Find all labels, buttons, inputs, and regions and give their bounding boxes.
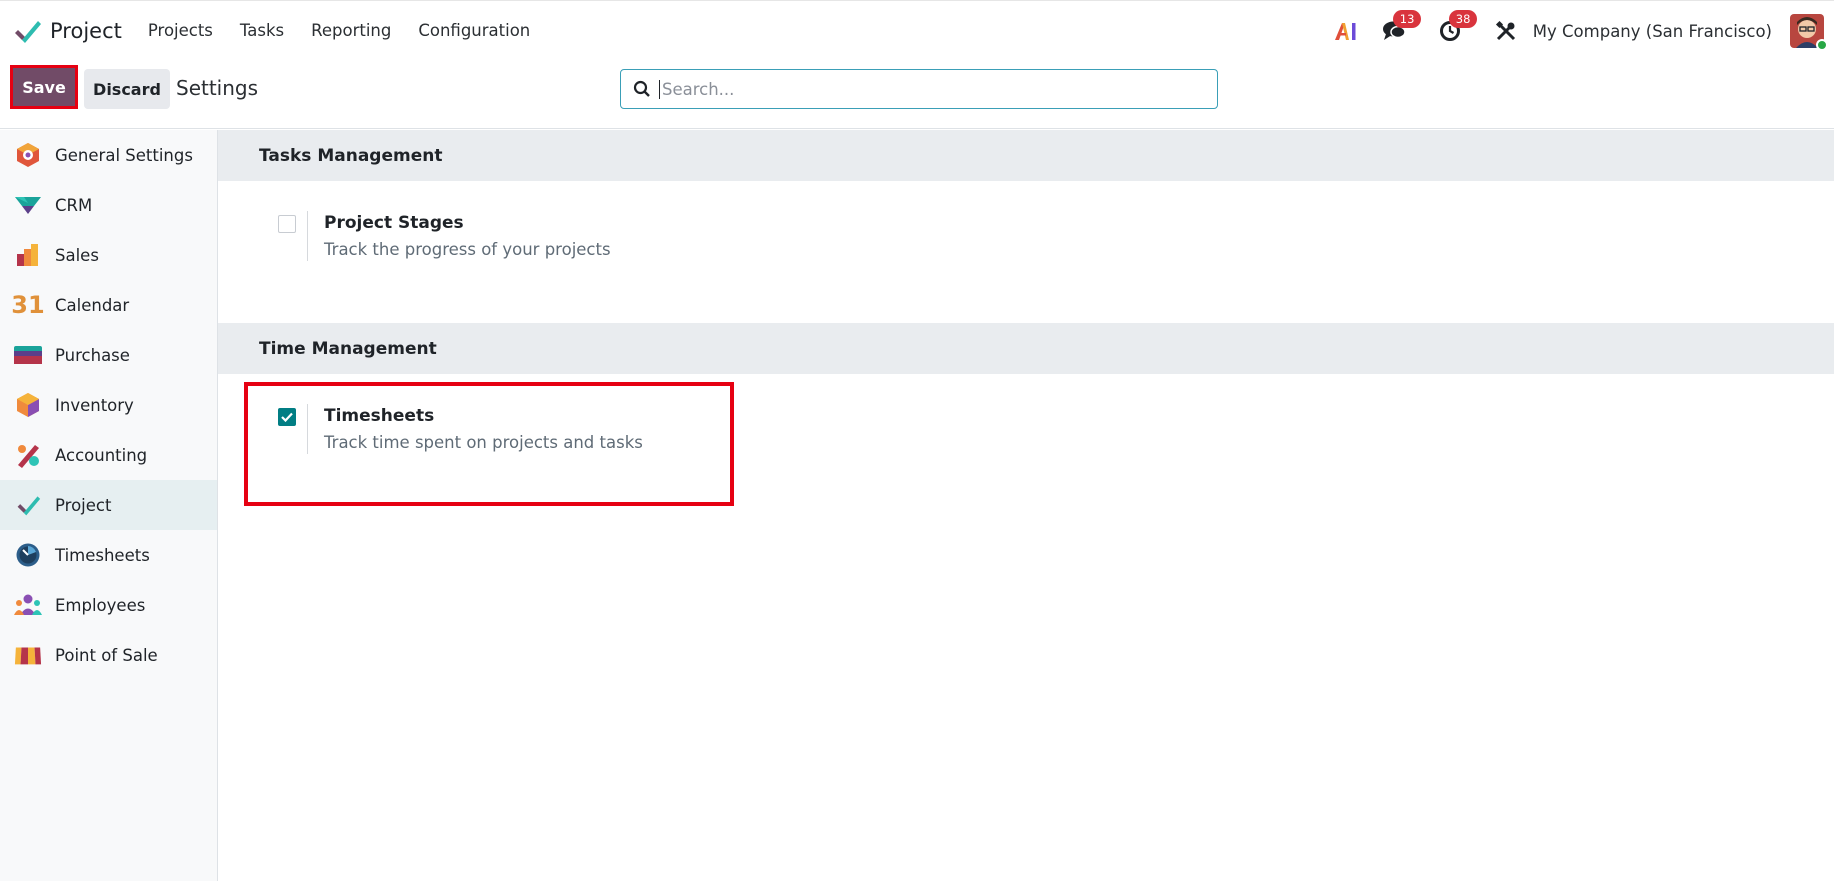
sidebar-item-label: Sales <box>55 245 99 265</box>
main-menu: Projects Tasks Reporting Configuration <box>148 21 557 40</box>
control-panel: Save Discard Settings <box>0 60 1834 129</box>
timesheets-checkbox[interactable] <box>278 408 296 426</box>
employees-icon <box>14 591 42 619</box>
sales-icon <box>14 241 42 269</box>
setting-divider <box>307 404 308 454</box>
sidebar-item-crm[interactable]: CRM <box>0 180 217 230</box>
online-status-dot <box>1816 39 1828 51</box>
sidebar-item-project[interactable]: Project <box>0 480 217 530</box>
setting-title: Timesheets <box>324 406 435 426</box>
sidebar-item-inventory[interactable]: Inventory <box>0 380 217 430</box>
sidebar-item-purchase[interactable]: Purchase <box>0 330 217 380</box>
sidebar-item-calendar[interactable]: 31 Calendar <box>0 280 217 330</box>
sidebar-item-label: CRM <box>55 195 93 215</box>
menu-reporting[interactable]: Reporting <box>311 21 391 40</box>
company-switcher[interactable]: My Company (San Francisco) <box>1533 22 1772 41</box>
sidebar-item-timesheets[interactable]: Timesheets <box>0 530 217 580</box>
general-settings-icon <box>14 141 42 169</box>
project-app-icon <box>15 20 41 43</box>
project-stages-checkbox[interactable] <box>278 215 296 233</box>
project-icon <box>14 491 42 519</box>
section-time-management-header: Time Management <box>218 323 1834 374</box>
search-bar[interactable] <box>620 69 1218 109</box>
setting-description: Track time spent on projects and tasks <box>324 433 643 452</box>
sidebar-item-label: Inventory <box>55 395 134 415</box>
activities-button[interactable]: 38 <box>1435 10 1478 46</box>
calendar-icon: 31 <box>11 291 45 319</box>
top-navbar: Project Projects Tasks Reporting Configu… <box>0 0 1834 60</box>
sidebar-item-label: Project <box>55 495 112 515</box>
calendar-icon-text: 31 <box>11 291 45 319</box>
timesheets-icon <box>14 541 42 569</box>
save-button[interactable]: Save <box>10 65 78 109</box>
section-tasks-management-header: Tasks Management <box>218 130 1834 181</box>
setting-description: Track the progress of your projects <box>324 240 611 259</box>
sidebar-item-point-of-sale[interactable]: Point of Sale <box>0 630 217 680</box>
crm-icon <box>14 191 42 219</box>
ai-icon[interactable] <box>1331 16 1361 46</box>
menu-tasks[interactable]: Tasks <box>240 21 284 40</box>
sidebar-item-label: Accounting <box>55 445 148 465</box>
app-brand[interactable]: Project <box>12 16 122 46</box>
tools-icon <box>1495 20 1515 41</box>
app-name: Project <box>50 18 122 43</box>
sidebar-item-label: Point of Sale <box>55 645 158 665</box>
checkmark-icon <box>281 412 293 422</box>
activities-badge: 38 <box>1448 10 1478 28</box>
settings-sidebar: General Settings CRM Sales 31 Calendar P… <box>0 130 218 881</box>
sidebar-item-label: Timesheets <box>55 545 150 565</box>
sidebar-item-label: Employees <box>55 595 146 615</box>
sidebar-item-employees[interactable]: Employees <box>0 580 217 630</box>
setting-project-stages: Project Stages Track the progress of you… <box>218 181 1834 323</box>
debug-tools-button[interactable] <box>1491 16 1521 46</box>
sidebar-item-accounting[interactable]: Accounting <box>0 430 217 480</box>
navbar-systray: 13 38 My Company (San Francisco) <box>1313 1 1828 61</box>
setting-timesheets: Timesheets Track time spent on projects … <box>218 374 1834 516</box>
messages-button[interactable]: 13 <box>1379 10 1422 46</box>
sidebar-item-label: Calendar <box>55 295 130 315</box>
discard-button[interactable]: Discard <box>84 69 170 109</box>
point-of-sale-icon <box>14 641 42 669</box>
search-icon <box>633 80 650 97</box>
sidebar-item-label: Purchase <box>55 345 130 365</box>
purchase-icon <box>14 341 42 369</box>
sidebar-item-general-settings[interactable]: General Settings <box>0 130 217 180</box>
inventory-icon <box>14 391 42 419</box>
menu-projects[interactable]: Projects <box>148 21 213 40</box>
menu-configuration[interactable]: Configuration <box>418 21 530 40</box>
messages-badge: 13 <box>1392 10 1422 28</box>
accounting-icon <box>14 441 42 469</box>
sidebar-item-sales[interactable]: Sales <box>0 230 217 280</box>
setting-divider <box>307 211 308 261</box>
settings-content: Tasks Management Project Stages Track th… <box>218 130 1834 881</box>
page-title: Settings <box>176 76 259 100</box>
user-avatar[interactable] <box>1790 14 1828 51</box>
sidebar-item-label: General Settings <box>55 145 193 165</box>
setting-title: Project Stages <box>324 213 464 233</box>
search-input[interactable] <box>659 79 1199 99</box>
